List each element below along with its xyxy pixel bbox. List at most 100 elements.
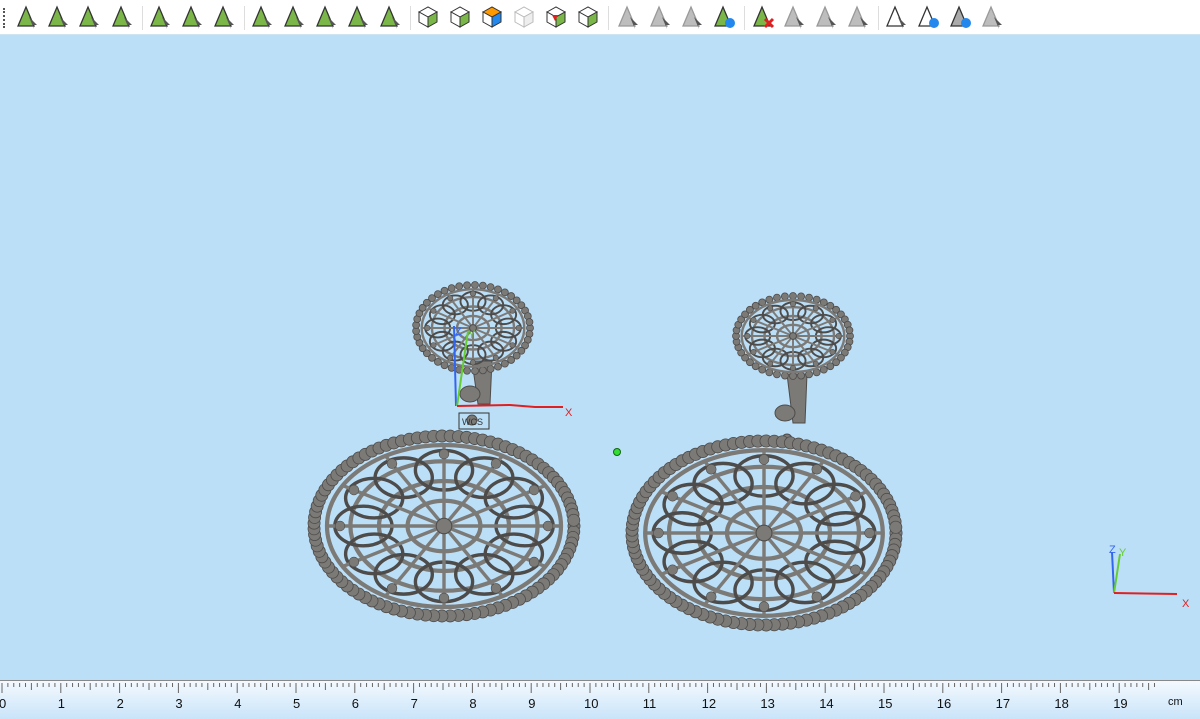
z-axis-line [453, 325, 457, 407]
right-large-medallion[interactable] [625, 434, 903, 632]
select-box-color-button[interactable] [479, 4, 505, 30]
ruler-label: 19 [1113, 696, 1128, 711]
ruler-label: 13 [760, 696, 775, 711]
ruler-label: 9 [528, 696, 536, 711]
toolbar-separator [744, 6, 745, 30]
select-face-button[interactable] [45, 4, 71, 30]
corner-x-axis [1113, 592, 1178, 595]
ruler-label: 18 [1054, 696, 1069, 711]
radial-split-icon [348, 5, 368, 29]
split-circle-icon [284, 5, 304, 29]
swap-layers-button[interactable] [711, 4, 737, 30]
left-large-medallion[interactable] [307, 429, 581, 623]
paste-gray-icon [816, 5, 836, 29]
scene[interactable]: Z YXWCSZ YX [0, 36, 1200, 680]
right-connector[interactable] [774, 373, 808, 445]
draw-blob-icon [182, 5, 202, 29]
ruler-label: 3 [175, 696, 183, 711]
flat-gray-icon [848, 5, 868, 29]
view-face-icon [982, 5, 1002, 29]
ruler-unit: cm [1168, 696, 1183, 708]
ruler-label: 10 [584, 696, 599, 711]
paste-gray-button[interactable] [813, 4, 839, 30]
view-swap-icon [918, 5, 939, 28]
ruler-label: 11 [642, 696, 657, 711]
view-show-icon [950, 5, 971, 28]
select-box-red-button[interactable] [543, 4, 569, 30]
pick-gray-3-icon [682, 5, 702, 29]
radial-split-button[interactable] [345, 4, 371, 30]
corner-y-label: Y [1119, 547, 1127, 559]
toolbar-grip[interactable] [3, 8, 5, 28]
toolbar-separator [608, 6, 609, 30]
split-circle-button[interactable] [281, 4, 307, 30]
star-split-button[interactable] [313, 4, 339, 30]
radial-split-2-icon [380, 5, 400, 29]
draw-rectangle-icon [150, 5, 170, 29]
ruler-label: 5 [293, 696, 301, 711]
select-box-green-button[interactable] [447, 4, 473, 30]
left-small-medallion[interactable] [412, 281, 534, 375]
toolbar-separator [244, 6, 245, 30]
pick-gray-3-button[interactable] [679, 4, 705, 30]
ruler-label: 15 [878, 696, 893, 711]
ruler-label: 2 [116, 696, 124, 711]
copy-gray-button[interactable] [781, 4, 807, 30]
pick-gray-2-icon [650, 5, 670, 29]
pivot-point[interactable] [613, 448, 621, 456]
draw-curve-button[interactable] [211, 4, 237, 30]
pick-gray-2-button[interactable] [647, 4, 673, 30]
ruler-label: 12 [701, 696, 717, 711]
select-box-move-button[interactable] [575, 4, 601, 30]
wcs-label: WCS [462, 417, 483, 427]
ruler-label: 1 [57, 696, 66, 711]
toolbar-separator [410, 6, 411, 30]
3d-viewport[interactable]: Z Y X WCS Z Y X [0, 36, 1200, 680]
x-axis-label: X [565, 407, 573, 419]
triangulate-button[interactable] [249, 4, 275, 30]
select-box-green-icon [449, 6, 471, 28]
select-box-color-icon [481, 6, 503, 28]
select-face-icon [48, 5, 68, 29]
select-box-move-icon [577, 6, 599, 28]
right-small-medallion[interactable] [732, 292, 854, 380]
copy-gray-icon [784, 5, 804, 29]
pick-gray-icon [618, 5, 638, 29]
draw-blob-button[interactable] [179, 4, 205, 30]
select-box-button[interactable] [415, 4, 441, 30]
select-vertex-button[interactable] [14, 4, 40, 30]
radial-split-2-button[interactable] [377, 4, 403, 30]
view-swap-button[interactable] [915, 4, 941, 30]
select-shell-button[interactable] [109, 4, 135, 30]
ruler-label: 17 [995, 696, 1011, 711]
draw-rectangle-button[interactable] [147, 4, 173, 30]
ruler-label: 8 [469, 696, 477, 711]
select-vertex-icon [17, 5, 37, 29]
select-box-disabled-button[interactable] [511, 4, 537, 30]
view-hidden-button[interactable] [883, 4, 909, 30]
view-hidden-icon [886, 5, 906, 29]
ruler-label: 6 [351, 696, 360, 711]
corner-z-axis [1111, 551, 1115, 594]
ruler-label: 16 [936, 696, 952, 711]
toolbar-separator [878, 6, 879, 30]
delete-part-button[interactable] [750, 4, 776, 30]
z-axis-label: Z [455, 326, 462, 338]
select-box-red-icon [545, 6, 567, 28]
select-surface-button[interactable] [76, 4, 102, 30]
corner-x-label: X [1182, 598, 1190, 610]
toolbar-separator [142, 6, 143, 30]
x-axis-line [456, 403, 563, 408]
pick-gray-button[interactable] [615, 4, 641, 30]
star-split-icon [316, 5, 336, 29]
toolbar [0, 0, 1200, 35]
select-shell-icon [112, 5, 132, 29]
delete-part-icon [753, 5, 775, 29]
view-face-button[interactable] [979, 4, 1005, 30]
ruler-label: 4 [234, 696, 242, 711]
ruler-label: 0 [0, 696, 7, 711]
flat-gray-button[interactable] [845, 4, 871, 30]
view-show-button[interactable] [947, 4, 973, 30]
select-box-icon [417, 6, 439, 28]
swap-layers-icon [714, 5, 735, 28]
